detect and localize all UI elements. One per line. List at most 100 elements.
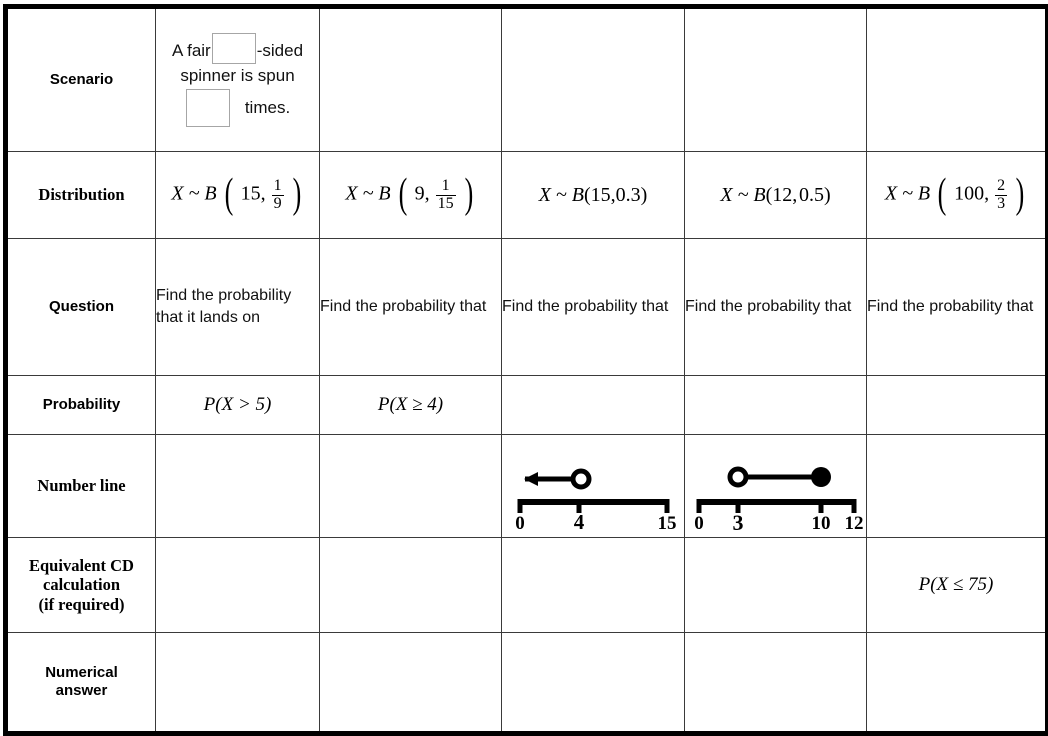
tick-label-0: 0	[515, 513, 525, 534]
row-header-line-2: calculation	[43, 575, 120, 595]
distribution-lhs-col3: X ~ B	[538, 183, 584, 206]
tick-label-15: 15	[658, 513, 677, 534]
tick-label-0: 0	[694, 513, 704, 534]
tick-label-3: 3	[732, 510, 743, 534]
cell-scenario-col5[interactable]	[866, 6, 1048, 152]
scenario-text-after-blank: -sided	[256, 41, 304, 61]
row-header-scenario: Scenario	[5, 6, 156, 152]
distribution-expression-col2: X ~ B ( 9, 1 15 )	[345, 170, 473, 217]
distribution-p-fraction-col5: 2 3	[994, 177, 1008, 212]
cell-question-col5[interactable]: Find the probability that	[866, 238, 1048, 376]
cell-question-col2[interactable]: Find the probability that	[319, 238, 502, 376]
scenario-text-before-blank: A fair	[171, 41, 211, 61]
distribution-p-fraction-col2: 1 15	[435, 177, 457, 212]
worksheet-sheet: Scenario A fair -sided spinner is spun ti…	[0, 4, 1048, 736]
cell-probability-col5[interactable]	[866, 375, 1048, 435]
table-row-distribution: Distribution X ~ B ( 15, 1 9 ) X ~ B (9…	[5, 151, 1048, 239]
cell-numerical-answer-col1[interactable]	[155, 632, 320, 734]
tick-label-10: 10	[811, 513, 830, 534]
cell-scenario-col2[interactable]	[319, 6, 502, 152]
distribution-expression-col4: X ~ B(12, 0.5)	[685, 184, 866, 207]
cell-probability-col4[interactable]	[684, 375, 867, 435]
distribution-args-col4: (12, 0.5)	[765, 183, 831, 206]
cell-distribution-col5: X ~ B ( 100, 2 3 )	[866, 151, 1048, 239]
distribution-n-col1: 15	[240, 182, 261, 205]
cell-question-col1[interactable]: Find the probability that it lands on	[155, 238, 320, 376]
equivalent-cd-expression-col5: P(X ≤ 75)	[918, 574, 994, 595]
distribution-lhs-col2: X ~ B	[345, 182, 391, 205]
cell-number-line-col5[interactable]	[866, 434, 1048, 538]
cell-numerical-answer-col5[interactable]	[866, 632, 1048, 734]
cell-scenario-col3[interactable]	[501, 6, 685, 152]
table-row-probability: Probability P(X > 5) P(X ≥ 4)	[5, 375, 1048, 435]
row-header-line-2: answer	[55, 682, 108, 699]
distribution-args-col3: (15,0.3)	[583, 183, 648, 206]
probability-expression-col1: P(X > 5)	[203, 394, 272, 415]
cell-equivalent-cd-col3[interactable]	[501, 537, 685, 633]
table-row-question: Question Find the probability that it la…	[5, 238, 1048, 376]
distribution-lhs-col5: X ~ B	[884, 182, 931, 205]
cell-equivalent-cd-col4[interactable]	[684, 537, 867, 633]
cell-equivalent-cd-col5: P(X ≤ 75)	[866, 537, 1048, 633]
number-line-wrap-col3: 0 4 15	[502, 435, 684, 537]
cell-equivalent-cd-col1[interactable]	[155, 537, 320, 633]
scenario-text-times: times.	[244, 97, 291, 117]
cell-probability-col2: P(X ≥ 4)	[319, 375, 502, 435]
row-header-distribution: Distribution	[5, 151, 156, 239]
distribution-p-col3: 0.3	[615, 183, 641, 206]
distribution-n-col4: 12	[772, 183, 793, 206]
row-header-line-3: (if required)	[38, 594, 125, 614]
cell-distribution-col2: X ~ B ( 9, 1 15 )	[319, 151, 502, 239]
number-line-graphic-col3: 0 4 15	[515, 468, 677, 534]
cell-question-col4[interactable]: Find the probability that	[684, 238, 867, 376]
cell-number-line-col3: 0 4 15	[501, 434, 685, 538]
cell-numerical-answer-col3[interactable]	[501, 632, 685, 734]
distribution-expression-col5: X ~ B ( 100, 2 3 )	[884, 170, 1025, 217]
scenario-blank-sides-input[interactable]	[211, 33, 256, 65]
distribution-n-col5: 100	[954, 182, 985, 205]
row-header-question: Question	[5, 238, 156, 376]
cell-distribution-col4: X ~ B(12, 0.5)	[684, 151, 867, 239]
fraction-denominator: 15	[435, 194, 456, 212]
row-header-probability: Probability	[5, 375, 156, 435]
fraction-numerator: 1	[441, 177, 450, 195]
row-header-number-line: Number line	[5, 434, 156, 538]
number-line-wrap-col4: 0 3 10 12	[685, 435, 866, 537]
row-header-line-1: Equivalent CD	[29, 555, 134, 575]
row-header-equivalent-cd: Equivalent CD calculation (if required)	[5, 537, 156, 633]
table-row-numerical-answer: Numerical answer	[5, 632, 1048, 734]
cell-number-line-col2[interactable]	[319, 434, 502, 538]
distribution-p-fraction-col1: 1 9	[271, 177, 285, 212]
cell-numerical-answer-col4[interactable]	[684, 632, 867, 734]
cell-probability-col1: P(X > 5)	[155, 375, 320, 435]
scenario-blank-times-input[interactable]	[185, 88, 230, 127]
tick-label-12: 12	[844, 513, 863, 534]
distribution-lhs-col1: X ~ B	[171, 182, 217, 205]
distribution-n-col2: 9	[414, 182, 425, 205]
distribution-n-col3: 15	[590, 183, 611, 206]
row-header-numerical-answer: Numerical answer	[5, 632, 156, 734]
cell-number-line-col4: 0 3 10 12	[684, 434, 867, 538]
cell-equivalent-cd-col2[interactable]	[319, 537, 502, 633]
table-row-equivalent-cd: Equivalent CD calculation (if required)	[5, 537, 1048, 633]
cell-scenario-col1: A fair -sided spinner is spun times.	[155, 6, 320, 152]
cell-probability-col3[interactable]	[501, 375, 685, 435]
fraction-numerator: 2	[997, 177, 1006, 195]
table-row-scenario: Scenario A fair -sided spinner is spun ti…	[5, 6, 1048, 152]
distribution-expression-col3: X ~ B(15,0.3)	[502, 184, 684, 207]
table-row-number-line: Number line 0 4 15 0 3 10 12	[5, 434, 1048, 538]
cell-number-line-col1[interactable]	[155, 434, 320, 538]
distribution-p-col4: 0.5	[798, 183, 824, 206]
fraction-denominator: 9	[271, 194, 284, 212]
scenario-line-3: times.	[156, 88, 319, 127]
cell-question-col3[interactable]: Find the probability that	[501, 238, 685, 376]
fraction-numerator: 1	[273, 177, 282, 195]
cell-scenario-col4[interactable]	[684, 6, 867, 152]
number-line-graphic-col4: 0 3 10 12	[694, 466, 863, 534]
distribution-lhs-col4: X ~ B	[720, 183, 766, 206]
probability-expression-col2: P(X ≥ 4)	[377, 394, 444, 415]
cell-distribution-col1: X ~ B ( 15, 1 9 )	[155, 151, 320, 239]
cell-numerical-answer-col2[interactable]	[319, 632, 502, 734]
distribution-expression-col1: X ~ B ( 15, 1 9 )	[171, 170, 301, 217]
scenario-line-1: A fair -sided	[156, 33, 319, 65]
